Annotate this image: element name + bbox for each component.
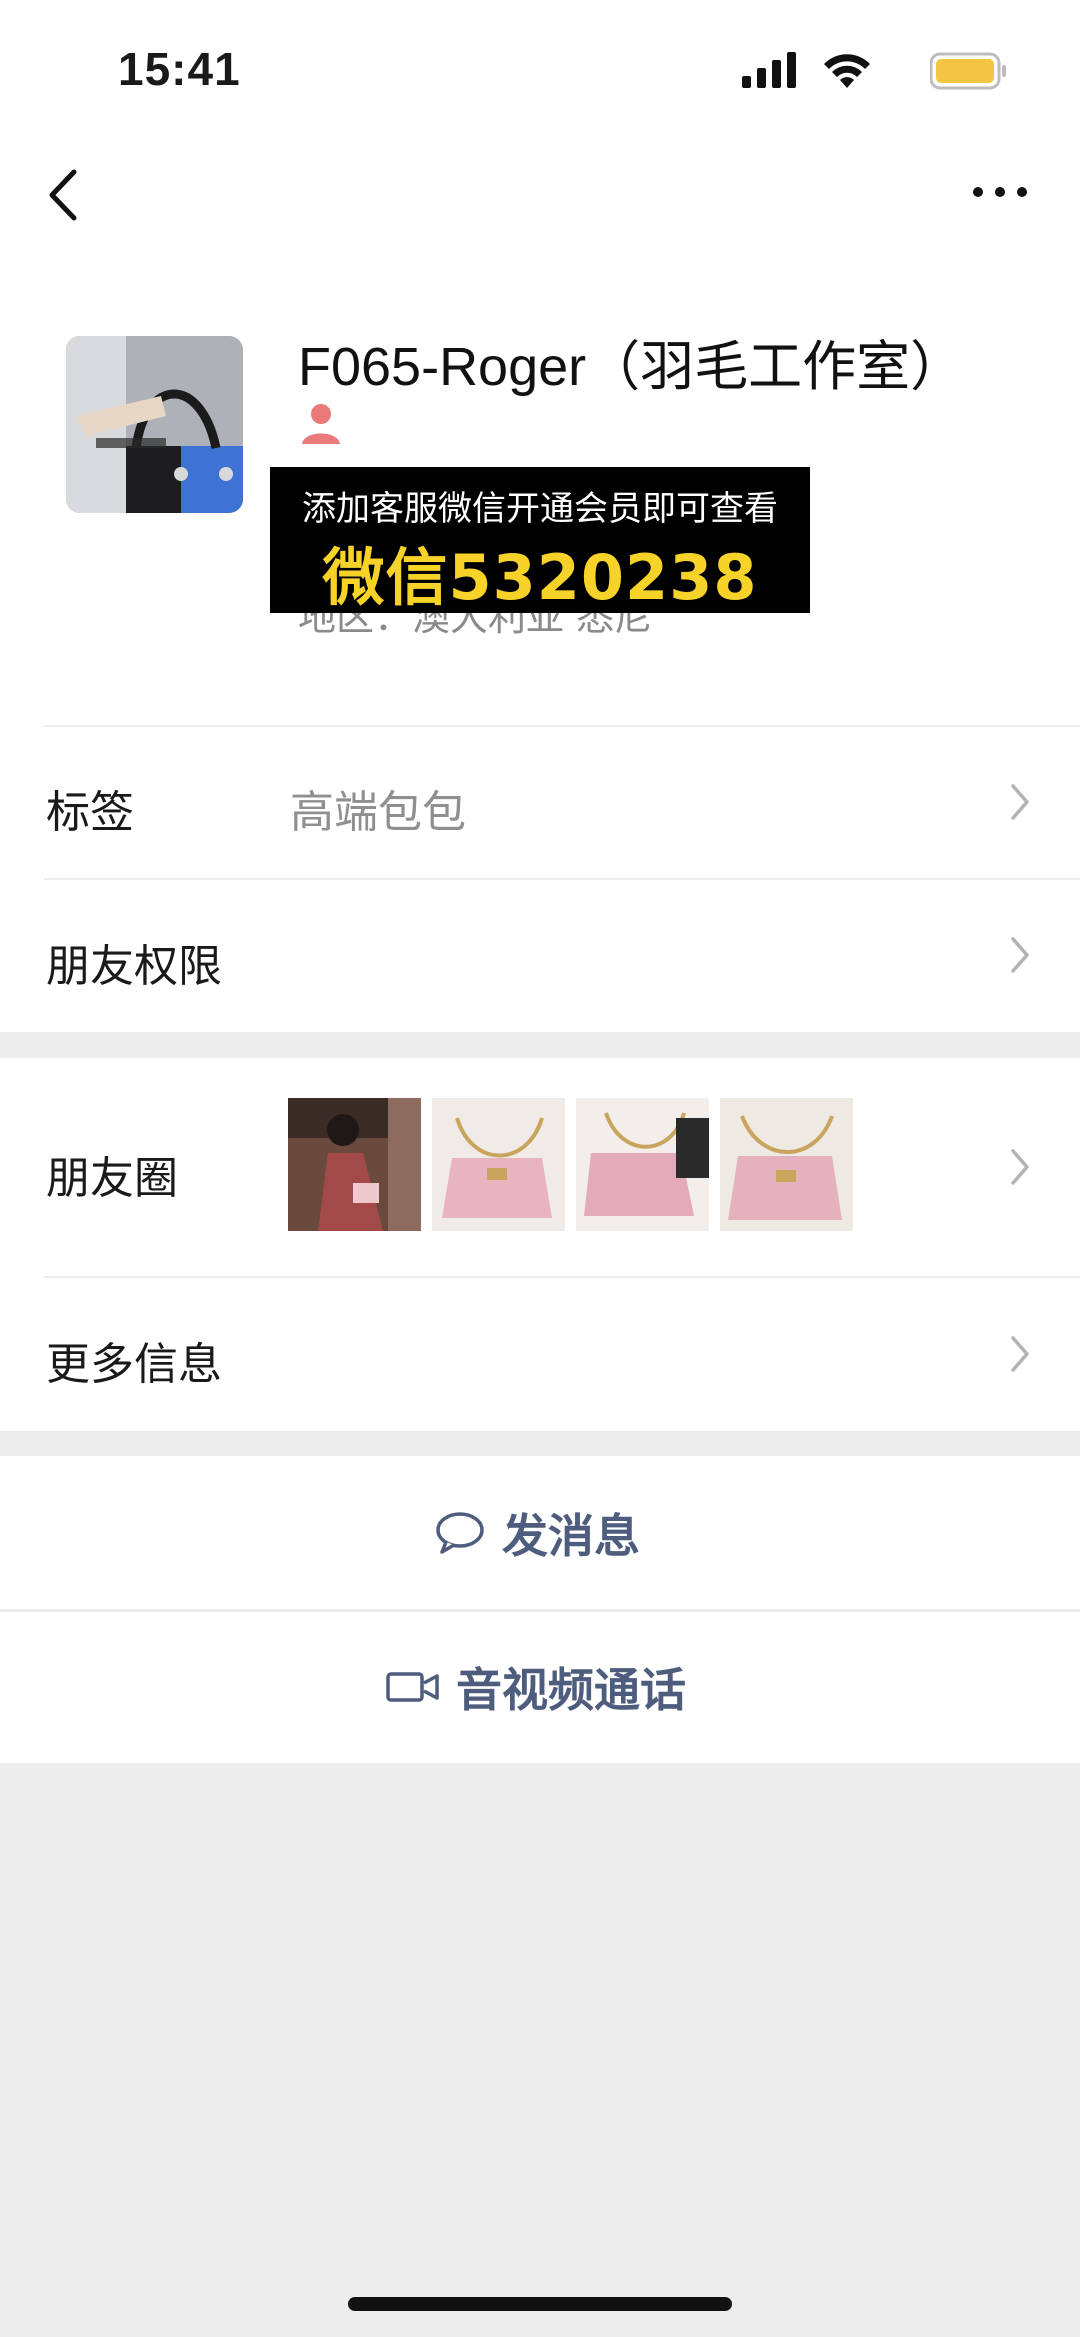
video-call-content: 音视频通话: [386, 1610, 686, 1763]
wifi-icon: [824, 54, 870, 88]
moments-row[interactable]: 朋友圈: [0, 1058, 1080, 1276]
divider: [44, 725, 1080, 727]
promo-line-1: 添加客服微信开通会员即可查看: [302, 489, 778, 529]
send-message-button[interactable]: 发消息: [0, 1456, 1080, 1609]
contact-profile-screen: 15:41 F065-Roger（羽毛工作室） 地区：澳大利亚 悉尼 添加客服微…: [0, 0, 1080, 2337]
more-options-icon[interactable]: [970, 172, 1030, 212]
moments-thumbnail: [720, 1098, 853, 1231]
send-message-label: 发消息: [502, 1508, 640, 1563]
signal-icon: [742, 52, 796, 88]
promo-banner: 添加客服微信开通会员即可查看 微信5320238: [270, 467, 810, 614]
tags-value: 高端包包: [290, 787, 466, 838]
profile-card: F065-Roger（羽毛工作室） 地区：澳大利亚 悉尼 添加客服微信开通会员即…: [0, 260, 1080, 725]
chat-bubble-icon: [436, 1511, 484, 1554]
more-info-label: 更多信息: [46, 1339, 222, 1390]
battery-icon: [930, 52, 1006, 90]
chevron-right-icon: [1011, 937, 1029, 973]
permissions-row[interactable]: 朋友权限: [0, 878, 1080, 1032]
back-icon[interactable]: [38, 160, 88, 230]
moments-thumbnail: [576, 1098, 709, 1231]
video-camera-icon: [386, 1671, 439, 1702]
moments-thumbnail: [432, 1098, 565, 1231]
divider: [44, 878, 1080, 880]
status-bar: 15:41: [0, 0, 1080, 130]
female-user-icon: [302, 404, 340, 444]
display-name: F065-Roger（羽毛工作室）: [298, 337, 965, 397]
moments-label: 朋友圈: [46, 1153, 178, 1204]
chevron-right-icon: [1011, 1149, 1029, 1185]
chevron-right-icon: [1011, 784, 1029, 820]
status-time: 15:41: [118, 43, 241, 95]
home-indicator[interactable]: [348, 2297, 732, 2311]
tags-label: 标签: [46, 787, 134, 838]
permissions-label: 朋友权限: [46, 941, 222, 992]
video-call-label: 音视频通话: [456, 1662, 686, 1717]
avatar-image: [66, 336, 243, 513]
moments-thumbnail: [288, 1098, 421, 1231]
avatar[interactable]: [66, 336, 243, 513]
chevron-right-icon: [1011, 1336, 1029, 1372]
promo-line-2: 微信5320238: [322, 541, 758, 614]
video-call-button[interactable]: 音视频通话: [0, 1610, 1080, 1763]
divider: [44, 1276, 1080, 1278]
nav-bar: [0, 130, 1080, 260]
more-info-row[interactable]: 更多信息: [0, 1276, 1080, 1431]
send-message-content: 发消息: [434, 1456, 640, 1609]
tags-row[interactable]: 标签 高端包包: [0, 725, 1080, 878]
